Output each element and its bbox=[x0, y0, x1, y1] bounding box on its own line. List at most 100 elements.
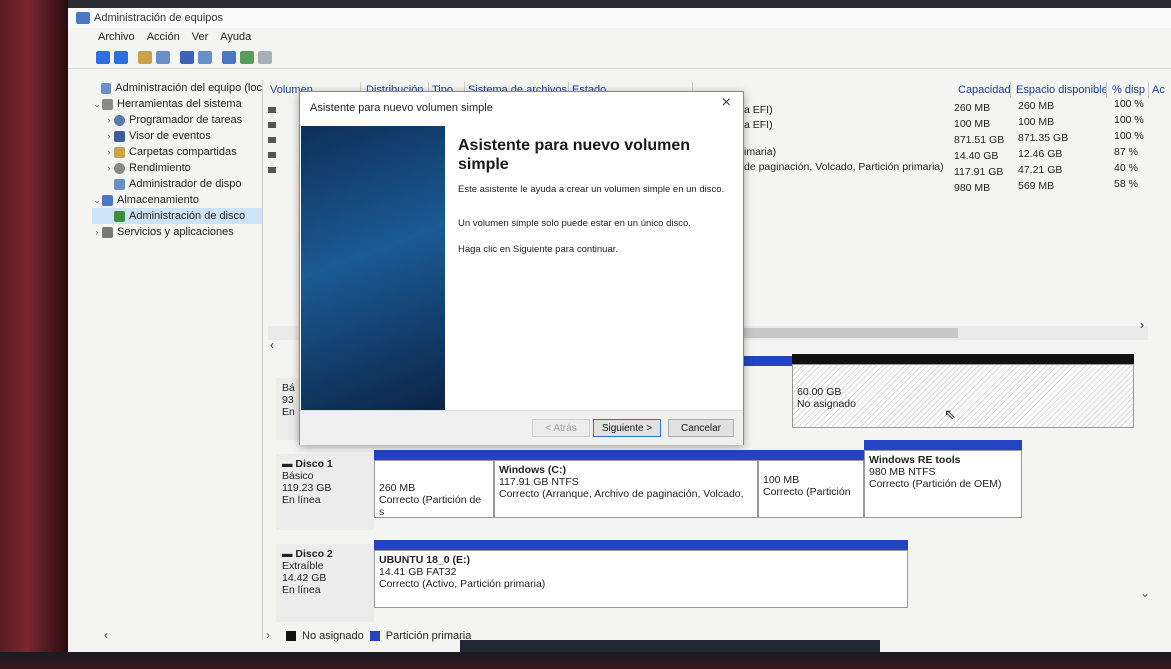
partition-unallocated-bar bbox=[792, 354, 1134, 364]
tree-scroll-right-icon[interactable]: › bbox=[266, 628, 270, 642]
row-pct: 40 % bbox=[1114, 162, 1138, 174]
show-hide-tree-icon[interactable] bbox=[156, 50, 170, 64]
row-pct: 100 % bbox=[1114, 98, 1144, 110]
view-icon[interactable] bbox=[258, 50, 272, 64]
wizard-text-intro: Este asistente le ayuda a crear un volum… bbox=[458, 184, 725, 195]
col-porcentaje[interactable]: % disp bbox=[1108, 82, 1149, 98]
help-icon[interactable] bbox=[180, 50, 194, 64]
wizard-heading: Asistente para nuevo volumen simple bbox=[458, 137, 691, 173]
volume-row-icon[interactable] bbox=[268, 148, 278, 163]
legend-primary-swatch bbox=[369, 631, 380, 641]
partition-efi[interactable]: 260 MB Correcto (Partición de s bbox=[374, 460, 494, 518]
row-capacity: 117.91 GB bbox=[954, 166, 1004, 178]
tree-item-services-apps[interactable]: › Servicios y aplicaciones bbox=[92, 224, 262, 240]
partition-windows-c[interactable]: Windows (C:) 117.91 GB NTFS Correcto (Ar… bbox=[494, 460, 758, 518]
chevron-right-icon[interactable]: › bbox=[104, 160, 114, 176]
volume-row-icon[interactable] bbox=[268, 103, 278, 118]
tree-item-shared-folders[interactable]: › Carpetas compartidas bbox=[92, 144, 262, 160]
disk-2-label[interactable]: ▬ Disco 2 Extraíble 14.42 GB En línea bbox=[276, 544, 374, 622]
tree-item-device-manager[interactable]: Administrador de dispo bbox=[92, 176, 262, 192]
chevron-right-icon[interactable]: › bbox=[104, 112, 114, 128]
clock-icon bbox=[114, 114, 125, 126]
tree-item-performance[interactable]: › Rendimiento bbox=[92, 160, 262, 176]
tools-icon bbox=[102, 98, 113, 110]
properties-icon[interactable] bbox=[198, 50, 212, 64]
dialog-title: Asistente para nuevo volumen simple bbox=[310, 102, 493, 114]
monitor-bezel-left bbox=[0, 0, 68, 669]
col-capacidad[interactable]: Capacidad bbox=[954, 82, 1011, 98]
row-capacity: 260 MB bbox=[954, 102, 991, 114]
disk-management-icon bbox=[114, 210, 125, 222]
menu-archivo[interactable]: Archivo bbox=[98, 31, 135, 43]
flag-icon[interactable] bbox=[222, 50, 236, 64]
legend: No asignado Partición primaria bbox=[286, 630, 471, 642]
menu-accion[interactable]: Acción bbox=[147, 31, 180, 43]
computer-icon bbox=[101, 82, 112, 94]
tree-item-computer-management[interactable]: Administración del equipo (loc bbox=[92, 80, 262, 96]
storage-icon bbox=[102, 194, 113, 206]
tree-item-system-tools[interactable]: ⌄ Herramientas del sistema bbox=[92, 96, 262, 112]
row-free: 47.21 GB bbox=[1018, 164, 1063, 176]
col-espacio-disponible[interactable]: Espacio disponible bbox=[1012, 82, 1107, 98]
tree-item-storage[interactable]: ⌄ Almacenamiento bbox=[92, 192, 262, 208]
up-folder-icon[interactable] bbox=[138, 50, 152, 64]
toolbar bbox=[68, 46, 1171, 69]
window-title: Administración de equipos bbox=[94, 12, 224, 24]
volume-row-icon[interactable] bbox=[268, 133, 278, 148]
shared-folder-icon bbox=[114, 146, 125, 158]
partition-primary-bar bbox=[744, 356, 792, 366]
navigation-tree: Administración del equipo (loc ⌄ Herrami… bbox=[92, 80, 262, 630]
close-icon[interactable]: × bbox=[722, 94, 731, 112]
chevron-down-icon[interactable]: ⌄ bbox=[92, 96, 102, 112]
next-button[interactable]: Siguiente > bbox=[593, 419, 661, 437]
taskbar bbox=[460, 640, 880, 652]
row-status: de paginación, Volcado, Partición primar… bbox=[744, 161, 944, 173]
performance-icon bbox=[114, 162, 125, 174]
partition-primary-bar bbox=[374, 540, 908, 550]
row-capacity: 871.51 GB bbox=[954, 134, 1005, 146]
new-simple-volume-wizard: Asistente para nuevo volumen simple × As… bbox=[299, 91, 744, 445]
screen: Administración de equipos Archivo Acción… bbox=[68, 8, 1171, 652]
col-acciones[interactable]: Ac bbox=[1148, 82, 1171, 98]
tree-item-disk-management[interactable]: Administración de disco bbox=[92, 208, 262, 224]
forward-arrow-icon[interactable] bbox=[114, 50, 128, 64]
back-button[interactable]: < Atrás bbox=[532, 419, 590, 437]
row-capacity: 100 MB bbox=[954, 118, 991, 130]
pane-splitter[interactable] bbox=[262, 80, 263, 640]
partition-primary-bar bbox=[758, 450, 864, 460]
back-arrow-icon[interactable] bbox=[96, 50, 110, 64]
row-free: 100 MB bbox=[1018, 116, 1055, 128]
chevron-down-icon[interactable]: ⌄ bbox=[1140, 586, 1150, 600]
volume-row-icon[interactable] bbox=[268, 163, 278, 178]
event-log-icon bbox=[114, 130, 125, 142]
partition-100mb[interactable]: 100 MB Correcto (Partición bbox=[758, 460, 864, 518]
window-titlebar: Administración de equipos bbox=[68, 8, 1171, 28]
tree-item-task-scheduler[interactable]: › Programador de tareas bbox=[92, 112, 262, 128]
wizard-banner bbox=[301, 126, 445, 410]
chevron-right-icon[interactable]: › bbox=[104, 128, 114, 144]
partition-ubuntu-e[interactable]: UBUNTU 18_0 (E:) 14.41 GB FAT32 Correcto… bbox=[374, 550, 908, 608]
monitor-bezel-top bbox=[68, 0, 1171, 8]
menu-ayuda[interactable]: Ayuda bbox=[220, 31, 251, 43]
chevron-down-icon[interactable]: ⌄ bbox=[92, 192, 102, 208]
tree-item-event-viewer[interactable]: › Visor de eventos bbox=[92, 128, 262, 144]
unallocated-partition[interactable]: 60.00 GB No asignado bbox=[792, 364, 1134, 428]
row-free: 260 MB bbox=[1018, 100, 1055, 112]
legend-primary-label: Partición primaria bbox=[385, 630, 472, 642]
cancel-button[interactable]: Cancelar bbox=[668, 419, 734, 437]
row-pct: 58 % bbox=[1114, 178, 1138, 190]
chevron-right-icon[interactable]: › bbox=[104, 144, 114, 160]
row-status: imaria) bbox=[744, 146, 777, 158]
tree-scroll-left-icon[interactable]: ‹ bbox=[104, 628, 108, 642]
row-status: a EFI) bbox=[744, 104, 773, 116]
check-icon[interactable] bbox=[240, 50, 254, 64]
chevron-right-icon[interactable]: › bbox=[92, 224, 102, 240]
scroll-left-icon[interactable]: ‹ bbox=[270, 338, 274, 352]
row-free: 871.35 GB bbox=[1018, 132, 1069, 144]
partition-windows-re[interactable]: Windows RE tools 980 MB NTFS Correcto (P… bbox=[864, 450, 1022, 518]
disk-1-label[interactable]: ▬ Disco 1 Básico 119.23 GB En línea bbox=[276, 454, 374, 530]
scroll-right-icon[interactable]: › bbox=[1140, 318, 1144, 332]
row-pct: 87 % bbox=[1114, 146, 1138, 158]
volume-row-icon[interactable] bbox=[268, 118, 278, 133]
menu-ver[interactable]: Ver bbox=[192, 31, 209, 43]
